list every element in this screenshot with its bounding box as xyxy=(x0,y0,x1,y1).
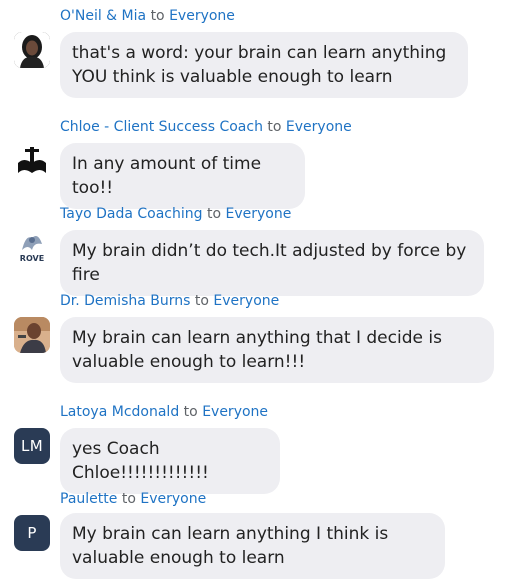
sender-name[interactable]: Paulette xyxy=(60,491,117,507)
message-header: Chloe - Client Success Coach to Everyone xyxy=(60,119,352,135)
avatar-initials-text: LM xyxy=(21,437,43,455)
message-text: In any amount of time too!! xyxy=(72,154,262,198)
sender-name[interactable]: Latoya Mcdonald xyxy=(60,404,179,420)
message-text: My brain didn’t do tech.It adjusted by f… xyxy=(72,241,467,285)
recipient-name[interactable]: Everyone xyxy=(140,491,206,507)
recipient-name[interactable]: Everyone xyxy=(202,404,268,420)
message-header: Tayo Dada Coaching to Everyone xyxy=(60,206,291,222)
message-bubble: that's a word: your brain can learn anyt… xyxy=(60,32,468,98)
recipient-name[interactable]: Everyone xyxy=(169,8,235,24)
message-bubble: In any amount of time too!! xyxy=(60,143,305,209)
message-bubble: My brain can learn anything I think is v… xyxy=(60,513,445,579)
chat-message: Chloe - Client Success Coach to Everyone… xyxy=(0,119,516,209)
recipient-name[interactable]: Everyone xyxy=(226,206,292,222)
message-bubble: yes Coach Chloe!!!!!!!!!!!!! xyxy=(60,428,280,494)
recipient-name[interactable]: Everyone xyxy=(213,293,279,309)
avatar xyxy=(14,317,50,353)
coach-logo-icon xyxy=(18,147,46,173)
message-text: My brain can learn anything that I decid… xyxy=(72,328,442,372)
message-text: that's a word: your brain can learn anyt… xyxy=(72,43,447,87)
sender-name[interactable]: Chloe - Client Success Coach xyxy=(60,119,263,135)
message-text: yes Coach Chloe!!!!!!!!!!!!! xyxy=(72,439,209,483)
avatar-photo-icon xyxy=(14,32,50,68)
to-label: to xyxy=(267,119,282,135)
avatar-initials-text: P xyxy=(27,524,37,542)
chat-message: Latoya Mcdonald to Everyone LM yes Coach… xyxy=(0,404,516,494)
avatar: ROVE xyxy=(14,228,50,264)
to-label: to xyxy=(206,206,222,222)
to-label: to xyxy=(150,8,165,24)
rove-logo-icon xyxy=(22,235,42,250)
message-bubble: My brain can learn anything that I decid… xyxy=(60,317,494,383)
chat-message: Dr. Demisha Burns to Everyone My brain c… xyxy=(0,293,516,388)
message-header: O'Neil & Mia to Everyone xyxy=(60,8,235,24)
recipient-name[interactable]: Everyone xyxy=(286,119,352,135)
message-header: Paulette to Everyone xyxy=(60,491,206,507)
avatar-initials: P xyxy=(14,515,50,551)
avatar-initials: LM xyxy=(14,428,50,464)
to-label: to xyxy=(183,404,198,420)
message-header: Latoya Mcdonald to Everyone xyxy=(60,404,268,420)
rove-logo-text: ROVE xyxy=(19,253,45,263)
message-bubble: My brain didn’t do tech.It adjusted by f… xyxy=(60,230,484,296)
chat-message: Paulette to Everyone P My brain can lear… xyxy=(0,491,516,586)
message-header: Dr. Demisha Burns to Everyone xyxy=(60,293,279,309)
avatar xyxy=(14,143,50,179)
sender-name[interactable]: Tayo Dada Coaching xyxy=(60,206,203,222)
sender-name[interactable]: Dr. Demisha Burns xyxy=(60,293,190,309)
chat-message: Tayo Dada Coaching to Everyone ROVE My b… xyxy=(0,206,516,296)
avatar xyxy=(14,32,50,68)
to-label: to xyxy=(121,491,136,507)
sender-name[interactable]: O'Neil & Mia xyxy=(60,8,146,24)
message-text: My brain can learn anything I think is v… xyxy=(72,524,389,568)
chat-message: O'Neil & Mia to Everyone that's a word: … xyxy=(0,8,516,103)
to-label: to xyxy=(194,293,209,309)
avatar-photo-icon xyxy=(14,317,50,353)
